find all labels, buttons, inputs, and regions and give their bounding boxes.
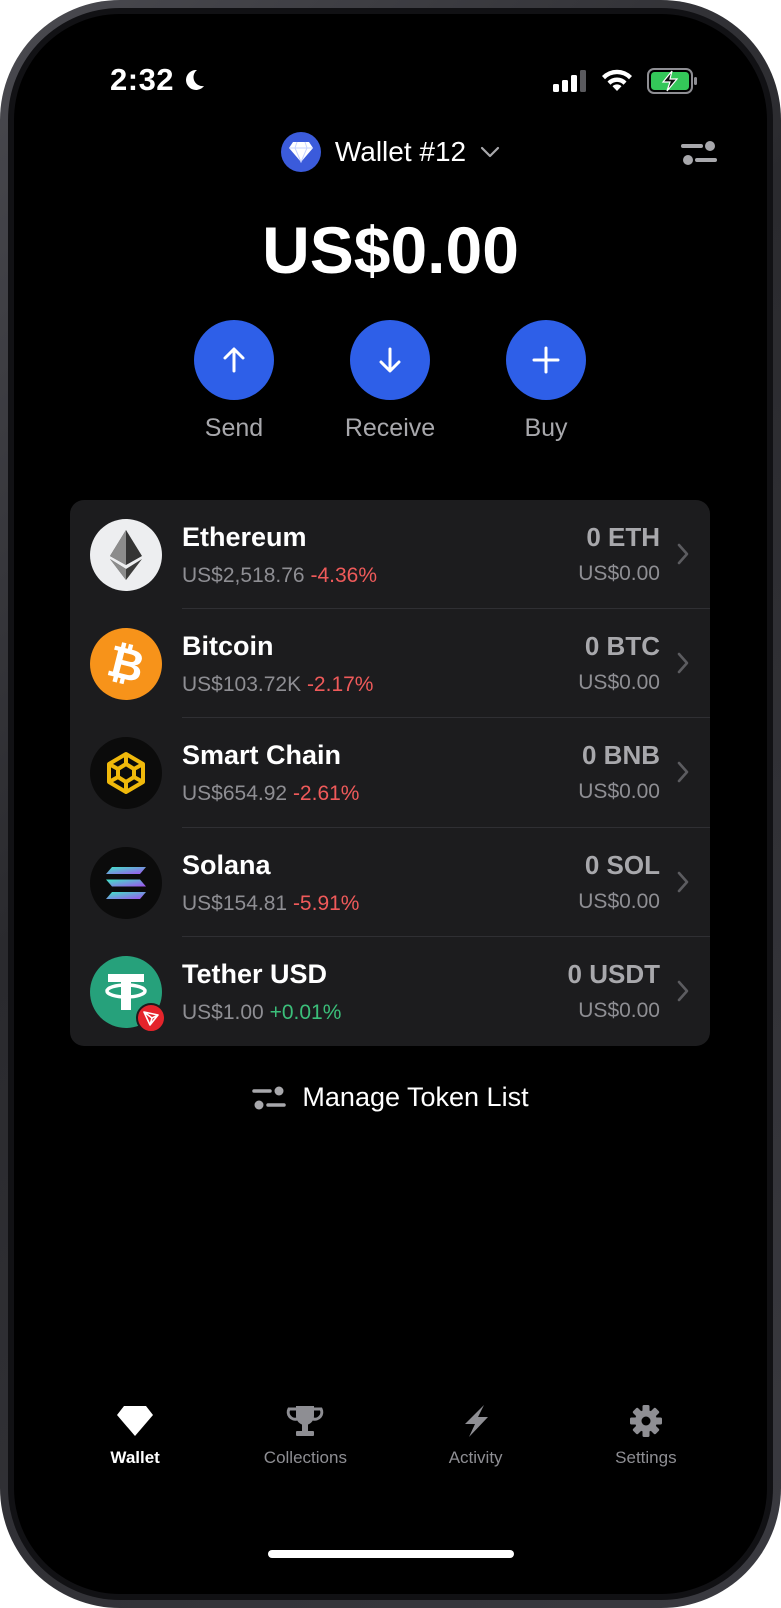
app-screen: 2:32 Wallet #12 US$0.00 Send Receive Buy…: [14, 14, 767, 1594]
token-price-line: US$154.81 -5.91%: [182, 892, 359, 916]
token-price-line: US$1.00 +0.01%: [182, 1001, 341, 1025]
chevron-right-icon: [677, 652, 689, 674]
wallet-selector[interactable]: Wallet #12: [14, 132, 767, 172]
gear-icon: [629, 1405, 662, 1437]
token-value: US$0.00: [578, 889, 660, 913]
token-name: Smart Chain: [182, 740, 342, 771]
sliders-icon: [252, 1086, 287, 1109]
buy-action[interactable]: Buy: [506, 320, 586, 443]
tab-activity[interactable]: Activity: [406, 1404, 546, 1468]
home-indicator[interactable]: [267, 1550, 514, 1558]
token-row-smart-chain[interactable]: Smart Chain US$654.92 -2.61% 0 BNB US$0.…: [70, 718, 710, 828]
wifi-icon: [602, 69, 632, 91]
tab-label: Collections: [263, 1448, 347, 1467]
token-price-line: US$654.92 -2.61%: [182, 782, 359, 806]
manage-token-list-label: Manage Token List: [302, 1082, 529, 1112]
token-name: Solana: [182, 849, 271, 880]
token-price: US$103.72K: [182, 673, 302, 697]
token-price: US$654.92: [182, 782, 288, 806]
solana-logo-icon: [90, 846, 162, 919]
token-price: US$1.00: [182, 1000, 264, 1024]
trophy-icon: [287, 1406, 324, 1436]
arrow-down-icon: [379, 347, 401, 373]
send-label: Send: [204, 414, 264, 442]
token-price: US$2,518.76: [182, 564, 305, 587]
cellular-signal-icon: [553, 70, 586, 92]
token-change: -5.91%: [292, 891, 360, 915]
token-change: +0.01%: [269, 1000, 342, 1024]
status-time-text: 2:32: [110, 62, 175, 97]
token-amount: 0 BTC: [584, 631, 660, 662]
token-change: -4.36%: [310, 564, 377, 587]
token-amount: 0 ETH: [586, 522, 660, 552]
chevron-right-icon: [677, 980, 689, 1002]
chevron-right-icon: [677, 871, 689, 892]
action-buttons: Send Receive Buy: [194, 320, 586, 443]
token-name: Tether USD: [182, 958, 328, 989]
tab-settings[interactable]: Settings: [576, 1404, 716, 1468]
token-list: Ethereum US$2,518.76 -4.36% 0 ETH US$0.0…: [70, 500, 710, 1046]
sliders-icon: [681, 141, 717, 165]
receive-button[interactable]: [350, 320, 430, 400]
chevron-down-icon: [481, 146, 500, 158]
tab-label: Wallet: [110, 1448, 160, 1467]
tab-bar: Wallet Collections Activity Settings: [14, 1404, 767, 1468]
status-time: 2:32: [110, 62, 206, 98]
chevron-right-icon: [677, 543, 689, 565]
ethereum-logo-icon: [90, 519, 162, 591]
send-action[interactable]: Send: [194, 320, 274, 443]
token-amount: 0 BNB: [581, 740, 660, 771]
buy-button[interactable]: [506, 320, 586, 400]
token-value: US$0.00: [578, 998, 660, 1022]
token-price-line: US$103.72K -2.17%: [182, 673, 373, 697]
token-name: Ethereum: [182, 522, 307, 552]
device-bezel: 2:32 Wallet #12 US$0.00 Send Receive Buy…: [8, 8, 773, 1600]
device-frame: 2:32 Wallet #12 US$0.00 Send Receive Buy…: [0, 0, 781, 1608]
moon-icon: [186, 69, 205, 90]
plus-icon: [532, 346, 560, 374]
token-value: US$0.00: [578, 562, 660, 585]
token-amount: 0 USDT: [567, 958, 660, 989]
lightning-icon: [464, 1405, 488, 1437]
tab-collections[interactable]: Collections: [235, 1404, 375, 1468]
receive-label: Receive: [344, 414, 436, 442]
manage-token-list-button[interactable]: Manage Token List: [14, 1082, 767, 1113]
tab-label: Activity: [448, 1448, 503, 1467]
bitcoin-logo-icon: ₿: [90, 628, 162, 701]
chevron-right-icon: [677, 762, 689, 783]
send-button[interactable]: [194, 320, 274, 400]
filter-sliders-button[interactable]: [681, 138, 717, 173]
token-price: US$154.81: [182, 891, 288, 915]
token-value: US$0.00: [578, 671, 660, 695]
token-row-solana[interactable]: Solana US$154.81 -5.91% 0 SOL US$0.00: [70, 828, 710, 937]
status-indicators: [553, 68, 699, 94]
tab-label: Settings: [615, 1448, 677, 1467]
token-change: -2.17%: [306, 673, 374, 697]
token-row-tether-usd[interactable]: Tether USD US$1.00 +0.01% 0 USDT US$0.00: [70, 937, 710, 1046]
tab-wallet[interactable]: Wallet: [65, 1404, 205, 1468]
token-value: US$0.00: [578, 780, 660, 804]
token-amount: 0 SOL: [584, 849, 660, 880]
token-price-line: US$2,518.76 -4.36%: [182, 564, 377, 588]
buy-label: Buy: [524, 414, 568, 442]
token-change: -2.61%: [292, 782, 360, 806]
token-name: Bitcoin: [182, 631, 274, 662]
total-balance: US$0.00: [262, 213, 519, 287]
battery-charging-icon: [647, 68, 697, 94]
bnb-logo-icon: [90, 737, 162, 810]
diamond-icon: [117, 1406, 154, 1436]
tron-network-icon: [136, 1002, 166, 1033]
receive-action[interactable]: Receive: [345, 320, 435, 443]
arrow-up-icon: [223, 347, 245, 373]
wallet-name: Wallet #12: [334, 136, 467, 167]
token-row-bitcoin[interactable]: ₿ Bitcoin US$103.72K -2.17% 0 BTC US$0.0…: [70, 609, 710, 719]
wallet-diamond-icon: [280, 132, 321, 172]
token-row-ethereum[interactable]: Ethereum US$2,518.76 -4.36% 0 ETH US$0.0…: [70, 500, 710, 610]
